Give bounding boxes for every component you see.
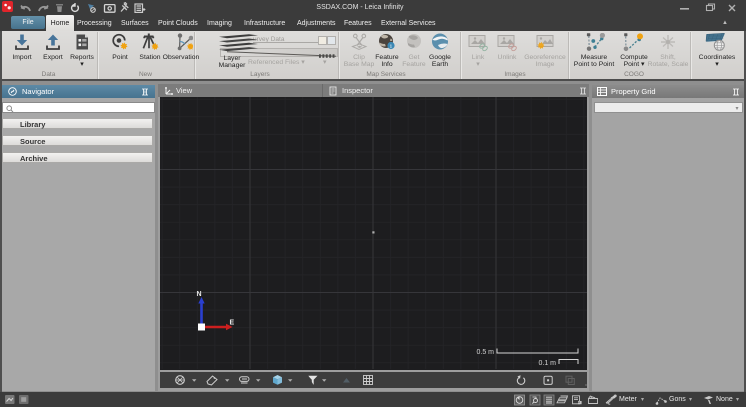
svg-text:N: N	[197, 291, 202, 298]
svg-text:0.1 m: 0.1 m	[538, 360, 556, 367]
svg-text:E: E	[230, 320, 235, 327]
svg-text:0.5 m: 0.5 m	[476, 349, 494, 356]
